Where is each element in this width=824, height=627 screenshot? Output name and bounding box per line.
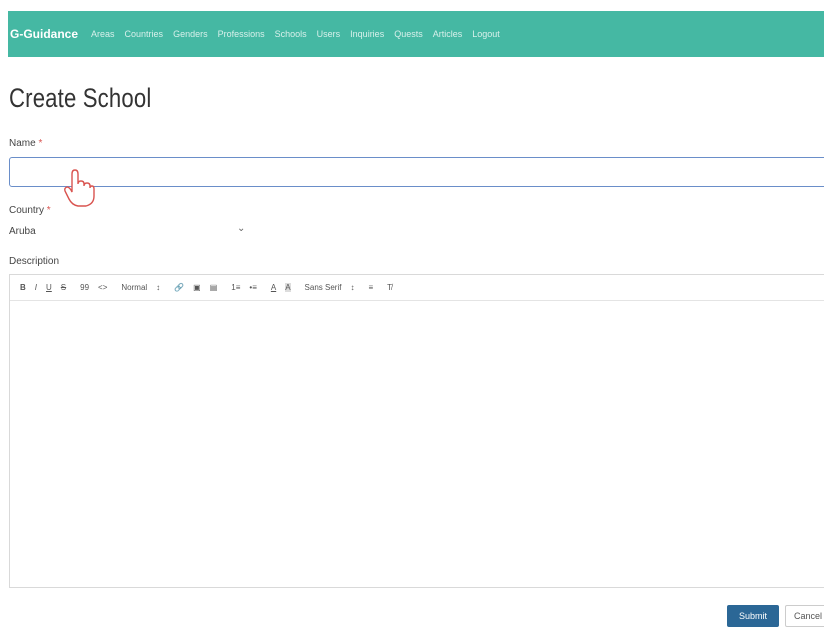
- font-select[interactable]: Sans Serif: [305, 283, 342, 292]
- code-button[interactable]: <>: [98, 283, 107, 292]
- video-button[interactable]: ▤: [210, 283, 218, 292]
- top-navbar: G-Guidance Areas Countries Genders Profe…: [8, 11, 824, 57]
- nav-link-logout[interactable]: Logout: [472, 29, 500, 39]
- heading-arrow-icon: ↕: [156, 283, 161, 292]
- nav-link-quests[interactable]: Quests: [394, 29, 423, 39]
- nav-link-schools[interactable]: Schools: [275, 29, 307, 39]
- clean-format-button[interactable]: T̸: [387, 283, 392, 292]
- brand-link[interactable]: G-Guidance: [10, 27, 78, 41]
- italic-button[interactable]: I: [35, 283, 37, 292]
- nav-link-articles[interactable]: Articles: [433, 29, 463, 39]
- font-arrow-icon: ↕: [350, 283, 355, 292]
- description-editor: B I U S 99 <> Normal ↕ 🔗 ▣ ▤ 1≡ •≡ A A S…: [9, 274, 824, 588]
- nav-link-users[interactable]: Users: [317, 29, 341, 39]
- hand-pointer-icon: [64, 169, 95, 207]
- heading-select[interactable]: Normal: [121, 283, 147, 292]
- editor-text-area[interactable]: [10, 301, 824, 588]
- bold-button[interactable]: B: [20, 283, 26, 292]
- submit-button[interactable]: Submit: [727, 605, 779, 627]
- country-select[interactable]: Aruba ⌄: [9, 220, 249, 242]
- description-label: Description: [9, 256, 60, 267]
- ordered-list-button[interactable]: 1≡: [231, 283, 240, 292]
- background-color-button[interactable]: A: [285, 283, 291, 292]
- text-color-button[interactable]: A: [271, 283, 276, 292]
- nav-link-professions[interactable]: Professions: [218, 29, 265, 39]
- strike-button[interactable]: S: [61, 283, 66, 292]
- nav-link-genders[interactable]: Genders: [173, 29, 208, 39]
- editor-toolbar: B I U S 99 <> Normal ↕ 🔗 ▣ ▤ 1≡ •≡ A A S…: [10, 275, 824, 301]
- chevron-down-icon: ⌄: [237, 223, 246, 234]
- cancel-button[interactable]: Cancel: [785, 605, 824, 627]
- page-title: Create School: [9, 83, 152, 113]
- country-select-value: Aruba: [9, 225, 36, 237]
- link-button[interactable]: 🔗: [174, 283, 184, 292]
- bullet-list-button[interactable]: •≡: [249, 283, 256, 292]
- name-label-text: Name: [9, 138, 36, 149]
- required-mark: *: [38, 138, 43, 149]
- blockquote-button[interactable]: 99: [80, 283, 89, 292]
- image-button[interactable]: ▣: [193, 283, 201, 292]
- country-label-text: Country: [9, 205, 45, 216]
- name-label: Name *: [9, 138, 42, 149]
- name-input[interactable]: [9, 157, 824, 187]
- nav-link-countries[interactable]: Countries: [125, 29, 164, 39]
- align-button[interactable]: ≡: [368, 283, 373, 292]
- required-mark: *: [46, 205, 51, 216]
- country-label: Country *: [9, 205, 51, 216]
- underline-button[interactable]: U: [46, 283, 52, 292]
- nav-link-areas[interactable]: Areas: [91, 29, 115, 39]
- nav-link-inquiries[interactable]: Inquiries: [350, 29, 384, 39]
